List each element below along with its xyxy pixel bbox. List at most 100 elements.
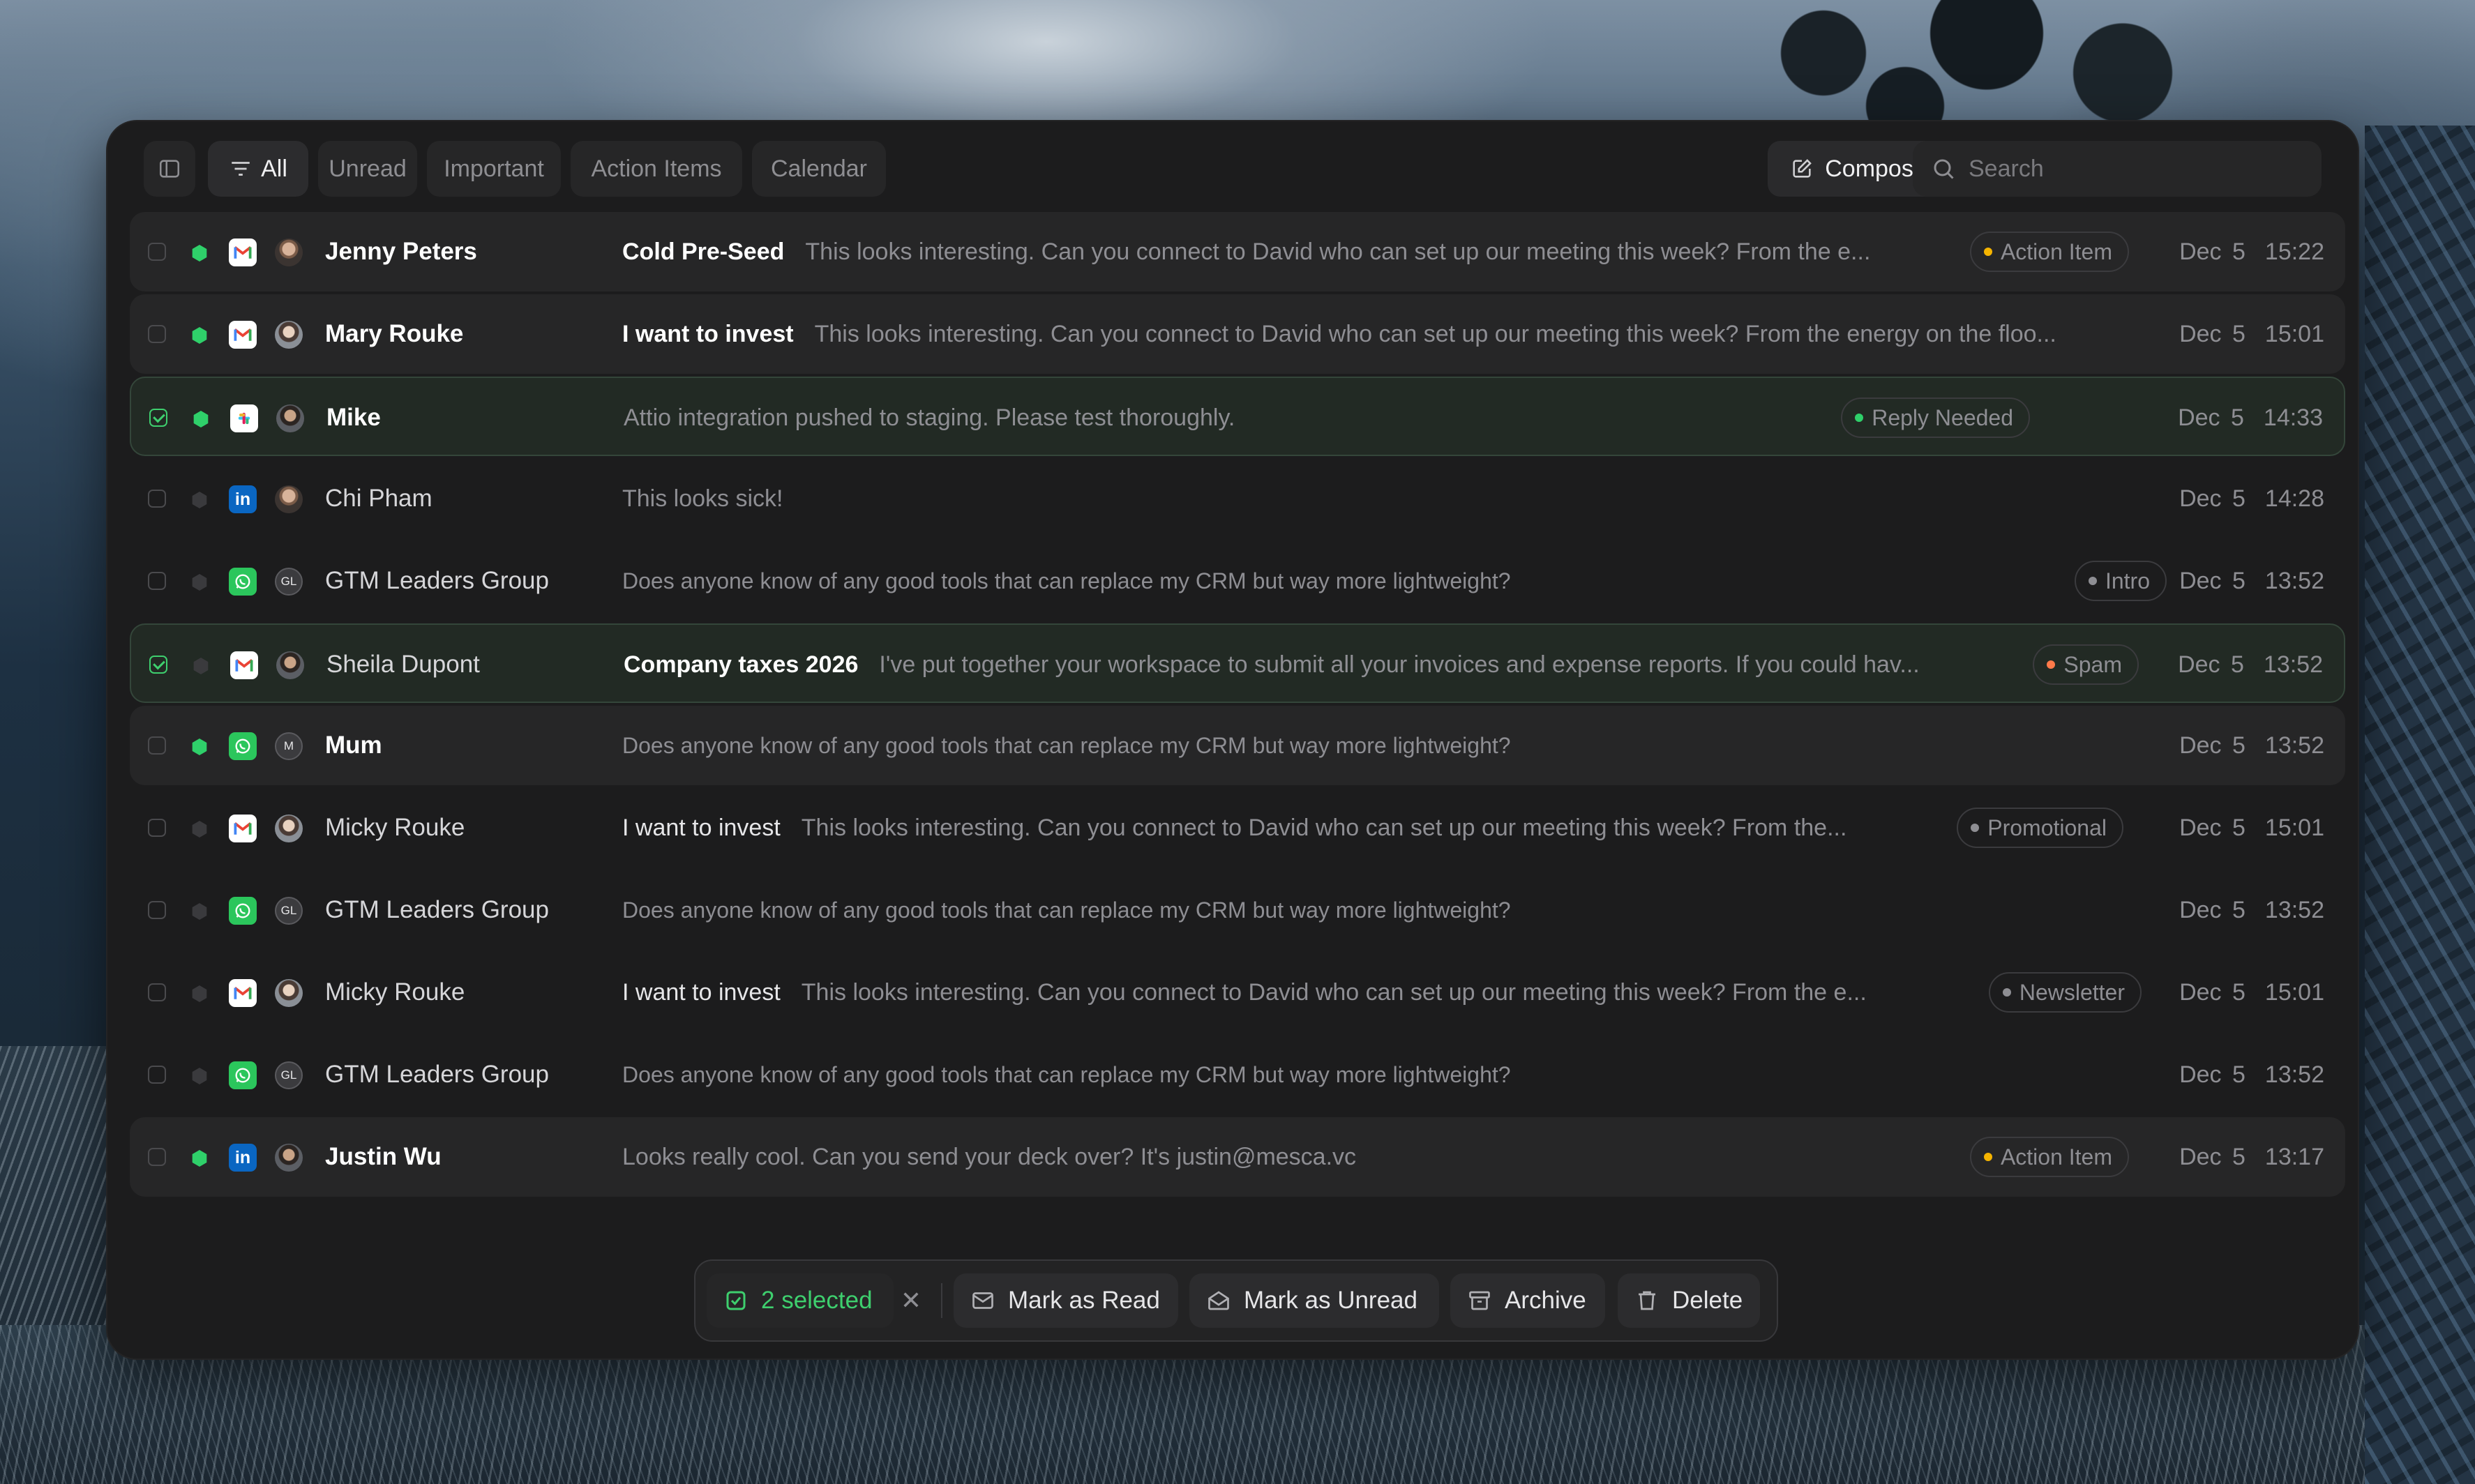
message-date: Dec 5 (2178, 651, 2244, 678)
message-row[interactable]: GL GTM Leaders Group Does anyone know of a… (130, 1035, 2345, 1114)
filter-calendar-tab[interactable]: Calendar (752, 141, 886, 197)
message-content: I want to invest This looks interesting. … (622, 788, 1942, 868)
tag-dot-icon (1983, 1153, 1992, 1161)
message-row[interactable]: in Justin Wu Looks really cool. Can you se… (130, 1117, 2345, 1197)
message-timestamp: Dec 5 14:28 (2179, 459, 2324, 538)
row-checkbox[interactable] (149, 409, 167, 427)
whatsapp-icon (229, 1061, 257, 1089)
envelope-open-icon (1208, 1291, 1229, 1310)
inbox-window: All Unread Important Action Items Calend… (106, 120, 2359, 1360)
unread-indicator-icon (192, 739, 207, 755)
message-preview: Does anyone know of any good tools that … (622, 1062, 1511, 1087)
avatar: M (275, 732, 303, 760)
row-checkbox[interactable] (148, 325, 166, 343)
message-preview: I've put together your workspace to subm… (879, 651, 1920, 678)
row-checkbox[interactable] (148, 983, 166, 1001)
message-time: 14:33 (2263, 404, 2323, 431)
sender-name: GTM Leaders Group (325, 896, 549, 923)
row-checkbox[interactable] (148, 490, 166, 508)
message-row[interactable]: Micky Rouke I want to invest This looks in… (130, 953, 2345, 1032)
sender-name: Mary Rouke (325, 320, 464, 347)
avatar (275, 238, 303, 266)
clear-selection-close-icon[interactable]: ✕ (894, 1273, 928, 1328)
message-tag[interactable]: Promotional (1957, 808, 2123, 848)
message-time: 13:52 (2264, 897, 2324, 923)
message-time: 13:52 (2264, 568, 2324, 594)
row-checkbox[interactable] (148, 819, 166, 837)
delete-button[interactable]: Delete (1618, 1273, 1760, 1328)
row-checkbox[interactable] (148, 243, 166, 261)
mark-as-unread-label: Mark as Unread (1244, 1287, 1417, 1314)
avatar: GL (275, 897, 303, 925)
message-row[interactable]: Mike Attio integration pushed to staging.… (130, 377, 2345, 456)
message-tag[interactable]: Spam (2033, 644, 2139, 685)
search-placeholder: Search (1969, 155, 2044, 182)
avatar (275, 321, 303, 349)
row-checkbox[interactable] (148, 901, 166, 919)
background-trees-right (2365, 126, 2475, 1484)
row-checkbox[interactable] (149, 656, 167, 674)
whatsapp-icon (229, 897, 257, 925)
message-row[interactable]: Mary Rouke I want to invest This looks int… (130, 294, 2345, 374)
message-row[interactable]: in Chi Pham This looks sick! Dec 5 14:28 (130, 459, 2345, 538)
gmail-icon (229, 815, 257, 842)
message-tag[interactable]: Newsletter (1988, 972, 2142, 1013)
mark-as-read-button[interactable]: Mark as Read (954, 1273, 1178, 1328)
message-time: 15:01 (2264, 321, 2324, 347)
filter-important-tab[interactable]: Important (427, 141, 561, 197)
row-checkbox[interactable] (148, 572, 166, 590)
avatar (275, 979, 303, 1007)
message-row[interactable]: GL GTM Leaders Group Does anyone know of a… (130, 541, 2345, 621)
message-content: Does anyone know of any good tools that … (622, 706, 2150, 785)
message-row[interactable]: M Mum Does anyone know of any good tools t… (130, 706, 2345, 785)
message-tag[interactable]: Action Item (1969, 232, 2129, 272)
row-checkbox[interactable] (148, 1148, 166, 1166)
message-content: Looks really cool. Can you send your dec… (622, 1117, 1948, 1197)
message-timestamp: Dec 5 14:33 (2178, 378, 2323, 457)
linkedin-icon: in (229, 485, 257, 513)
message-subject: I want to invest (622, 321, 794, 347)
filter-calendar-label: Calendar (771, 155, 867, 182)
sender-name: Mike (326, 404, 381, 431)
unread-indicator-icon (192, 574, 207, 591)
divider (941, 1283, 942, 1318)
search-input[interactable]: Search (1913, 141, 2322, 197)
avatar-initials: GL (280, 904, 297, 917)
message-tag[interactable]: Intro (2074, 561, 2167, 601)
message-date: Dec 5 (2179, 732, 2245, 759)
gmail-icon (229, 979, 257, 1007)
message-time: 14:28 (2264, 485, 2324, 512)
message-row[interactable]: GL GTM Leaders Group Does anyone know of a… (130, 870, 2345, 950)
message-content: This looks sick! (622, 459, 2150, 538)
filter-all-tab[interactable]: All (208, 141, 308, 197)
row-checkbox[interactable] (148, 736, 166, 755)
filter-action-items-tab[interactable]: Action Items (571, 141, 742, 197)
message-row[interactable]: Jenny Peters Cold Pre-Seed This looks inte… (130, 212, 2345, 292)
message-timestamp: Dec 5 13:52 (2179, 870, 2324, 950)
message-timestamp: Dec 5 15:01 (2179, 788, 2324, 868)
message-preview: Does anyone know of any good tools that … (622, 568, 1511, 593)
message-content: I want to invest This looks interesting. … (622, 953, 1960, 1032)
tag-dot-icon (2088, 577, 2097, 585)
compose-label: Compose (1825, 155, 1927, 182)
message-preview: Attio integration pushed to staging. Ple… (624, 404, 1235, 431)
message-tag[interactable]: Reply Needed (1841, 397, 2030, 438)
linkedin-icon: in (229, 1144, 257, 1172)
selection-count[interactable]: 2 selected (707, 1273, 894, 1328)
unread-indicator-icon (192, 1068, 207, 1084)
message-row[interactable]: Micky Rouke I want to invest This looks in… (130, 788, 2345, 868)
sidebar-toggle-button[interactable] (144, 141, 195, 197)
message-time: 13:17 (2264, 1144, 2324, 1170)
message-row[interactable]: Sheila Dupont Company taxes 2026 I've put … (130, 623, 2345, 703)
message-tag[interactable]: Action Item (1969, 1137, 2129, 1177)
unread-indicator-icon (192, 903, 207, 920)
delete-label: Delete (1672, 1287, 1743, 1314)
mark-as-unread-button[interactable]: Mark as Unread (1189, 1273, 1439, 1328)
sidebar-icon (159, 160, 180, 178)
row-checkbox[interactable] (148, 1066, 166, 1084)
message-subject: Company taxes 2026 (624, 651, 859, 678)
message-content: Attio integration pushed to staging. Ple… (624, 378, 1928, 457)
filter-unread-tab[interactable]: Unread (318, 141, 417, 197)
search-icon (1934, 159, 1954, 179)
archive-button[interactable]: Archive (1450, 1273, 1605, 1328)
